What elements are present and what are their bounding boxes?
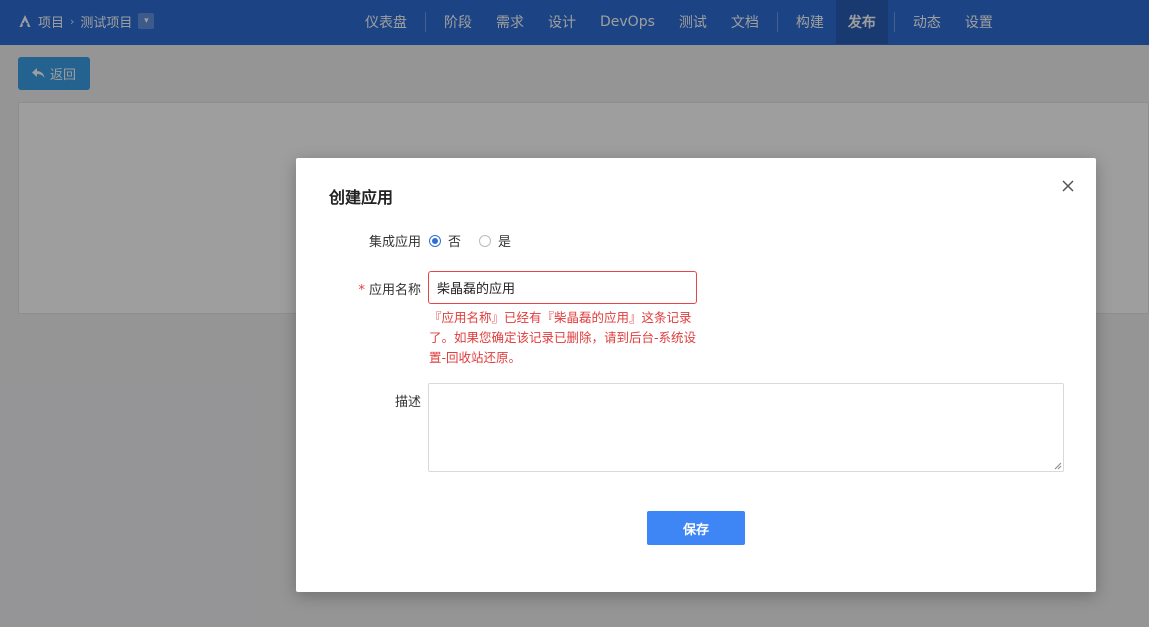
integrated-app-radio-group: 否 是 (429, 231, 511, 250)
description-textarea[interactable] (428, 383, 1064, 472)
radio-option-no[interactable]: 否 (429, 231, 461, 250)
create-app-modal: 创建应用 集成应用 否 是 *应用名称 『应用名称』已经有『柴晶磊的应用』这条记… (296, 158, 1096, 592)
resize-handle-icon[interactable] (1053, 461, 1062, 470)
modal-title: 创建应用 (329, 188, 394, 207)
radio-label-no: 否 (448, 235, 462, 250)
app-name-label-text: 应用名称 (368, 283, 421, 298)
radio-checked-icon[interactable] (429, 234, 441, 247)
app-name-label: * 应用名称 (321, 279, 421, 298)
app-name-error: 『应用名称』已经有『柴晶磊的应用』这条记录了。如果您确定该记录已删除，请到后台-… (429, 310, 697, 365)
radio-unchecked-icon[interactable] (479, 234, 492, 247)
radio-label-yes: 是 (498, 235, 512, 250)
required-asterisk: * (358, 283, 365, 298)
description-label: 描述 (394, 395, 421, 410)
save-button[interactable]: 保存 (647, 511, 745, 545)
radio-option-yes[interactable]: 是 (479, 231, 511, 250)
integrated-app-label: 集成应用 (368, 235, 421, 250)
close-icon[interactable] (1060, 178, 1076, 194)
app-name-input[interactable] (428, 271, 697, 304)
